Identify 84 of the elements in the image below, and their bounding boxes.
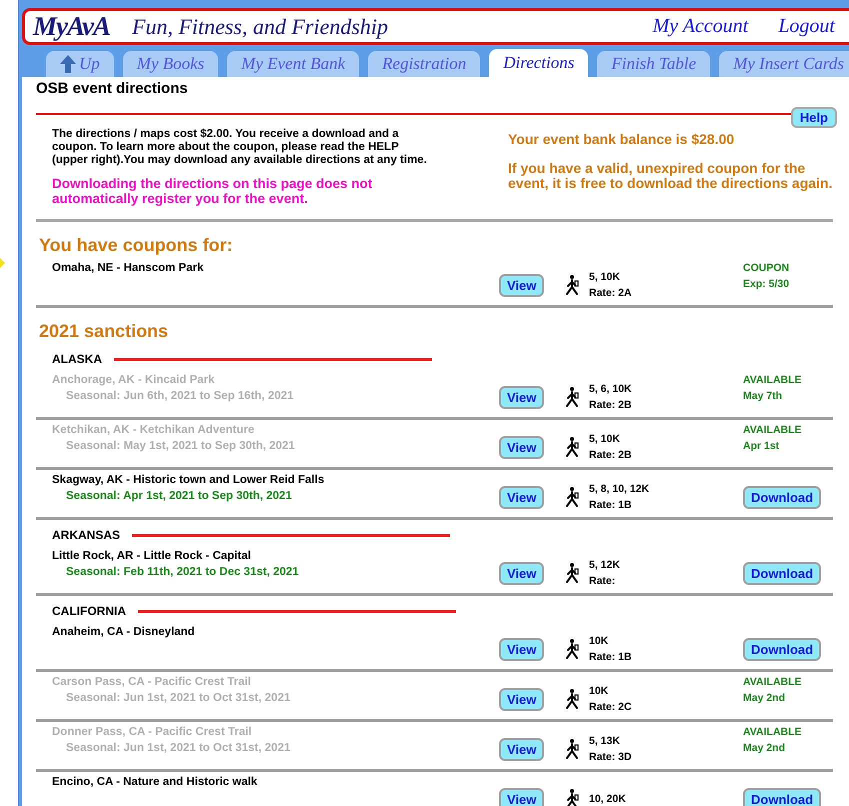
nav-tab[interactable]: Directions	[489, 49, 588, 77]
walker-icon	[565, 562, 581, 584]
status-date: May 7th	[743, 390, 784, 402]
event-name: Encino, CA - Nature and Historic walk	[52, 776, 258, 788]
event-name: Little Rock, AR - Little Rock - Capital	[52, 550, 252, 562]
status-label: AVAILABLE	[743, 676, 803, 688]
event-distances: 5, 13K	[589, 735, 621, 747]
walker-icon	[565, 436, 581, 458]
state-name: CALIFORNIA	[52, 604, 126, 618]
event-name: Anchorage, AK - Kincaid Park	[52, 374, 216, 386]
event-distances: 5, 12K	[589, 559, 621, 571]
download-button[interactable]: Download	[743, 638, 822, 660]
coupon-note: If you have a valid, unexpired coupon for the event, it is free to download the directions again.	[508, 161, 833, 191]
walker-icon	[565, 738, 581, 760]
walker-icon	[565, 486, 581, 508]
event-rate: Rate: 2B	[589, 399, 633, 411]
status-label: AVAILABLE	[743, 424, 803, 436]
up-arrow-icon	[60, 55, 76, 73]
walker-icon	[565, 688, 581, 710]
event-rate: Rate: 1B	[589, 499, 633, 511]
event-distances: 10, 20K	[589, 793, 627, 805]
event-name: Skagway, AK - Historic town and Lower Reid Falls	[52, 474, 326, 486]
arrow-icon	[0, 258, 5, 268]
download-button[interactable]: Download	[743, 562, 822, 584]
header-link[interactable]: Logout	[778, 15, 835, 38]
walker-icon	[565, 386, 581, 408]
nav-tab[interactable]: My Books	[122, 51, 218, 77]
nav-tab[interactable]: My Insert Cards	[719, 51, 849, 77]
nav-tab[interactable]: Up	[46, 51, 114, 77]
event-distances: 5, 10K	[589, 271, 621, 283]
status-date: Apr 1st	[743, 440, 780, 452]
status-date: May 2nd	[743, 742, 786, 754]
event-name: Donner Pass, CA - Pacific Crest Trail	[52, 726, 253, 738]
state-name: ARKANSAS	[52, 528, 120, 542]
view-button[interactable]: View	[499, 486, 544, 508]
state-name: ALASKA	[52, 352, 102, 366]
nav-tab[interactable]: My Event Bank	[227, 51, 360, 77]
nav-tab[interactable]: Finish Table	[597, 51, 710, 77]
nav-tab[interactable]: Registration	[368, 51, 480, 77]
warning-text: Downloading the directions on this page does not automatically register you for the event.	[52, 176, 374, 206]
page-title: OSB event directions	[36, 80, 189, 97]
tagline: Fun, Fitness, and Friendship	[132, 14, 390, 40]
event-rate: Rate: 2B	[589, 449, 633, 461]
view-button[interactable]: View	[499, 274, 544, 296]
event-rate: Rate:	[589, 575, 616, 587]
help-button[interactable]: Help	[790, 107, 837, 128]
event-rate: Rate: 2C	[589, 701, 633, 713]
download-button[interactable]: Download	[743, 486, 822, 508]
view-button[interactable]: View	[499, 788, 544, 806]
event-distances: 5, 8, 10, 12K	[589, 483, 650, 495]
event-season: Seasonal: Apr 1st, 2021 to Sep 30th, 2021	[65, 490, 293, 502]
event-rate: Rate: 2A	[589, 287, 633, 299]
event-name: Ketchikan, AK - Ketchikan Adventure	[52, 424, 256, 436]
section-heading: 2021 sanctions	[39, 321, 170, 342]
section-heading: You have coupons for:	[39, 235, 234, 256]
logo: MyAvA	[33, 11, 110, 42]
event-season: Seasonal: Jun 1st, 2021 to Oct 31st, 2021	[65, 692, 292, 704]
event-distances: 10K	[589, 685, 610, 697]
view-button[interactable]: View	[499, 562, 544, 584]
event-name: Anaheim, CA - Disneyland	[52, 626, 196, 638]
event-distances: 5, 10K	[589, 433, 621, 445]
event-distances: 5, 6, 10K	[589, 383, 633, 395]
walker-icon	[565, 638, 581, 660]
walker-icon	[565, 274, 581, 296]
view-button[interactable]: View	[499, 638, 544, 660]
walker-icon	[565, 788, 581, 806]
cost-text: The directions / maps cost $2.00. You receive a download and a coupon. To learn more about the coupon, please read the HELP (upper right).You may download any available directions at any time.	[52, 128, 428, 167]
event-name: Omaha, NE - Hanscom Park	[52, 262, 204, 274]
event-distances: 10K	[589, 635, 610, 647]
status-label: COUPON	[743, 262, 790, 274]
status-label: AVAILABLE	[743, 374, 803, 386]
event-rate: Rate: 1B	[589, 651, 633, 663]
event-season: Seasonal: Jun 1st, 2021 to Oct 31st, 2021	[65, 742, 292, 754]
download-button[interactable]: Download	[743, 788, 822, 806]
event-season: Seasonal: Feb 11th, 2021 to Dec 31st, 2021	[65, 566, 300, 578]
status-label: AVAILABLE	[743, 726, 803, 738]
event-rate: Rate: 3D	[589, 751, 633, 763]
header-link[interactable]: My Account	[652, 15, 748, 38]
status-date: Exp: 5/30	[743, 278, 790, 290]
event-name: Carson Pass, CA - Pacific Crest Trail	[52, 676, 252, 688]
event-season: Seasonal: May 1st, 2021 to Sep 30th, 2021	[65, 440, 296, 452]
status-date: May 2nd	[743, 692, 786, 704]
balance-text: Your event bank balance is $28.00	[508, 132, 736, 147]
event-season: Seasonal: Jun 6th, 2021 to Sep 16th, 2021	[65, 390, 295, 402]
